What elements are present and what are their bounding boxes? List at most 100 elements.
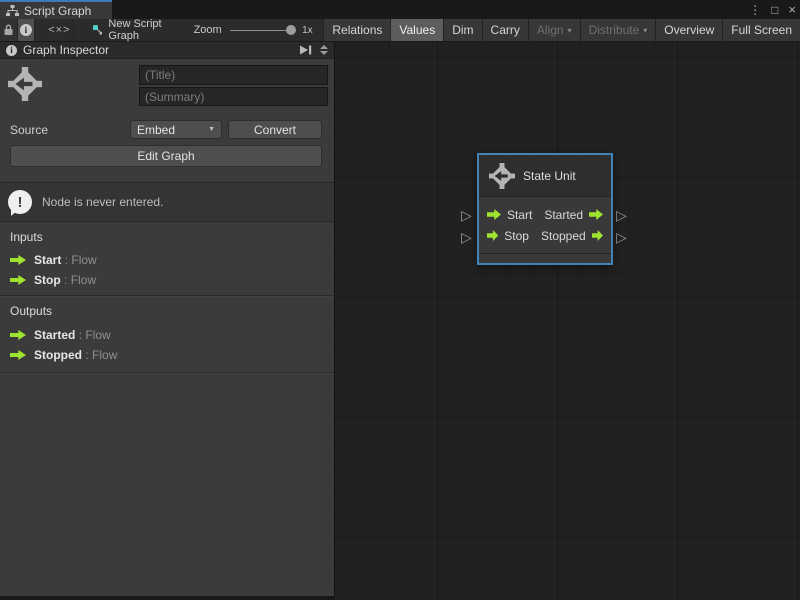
dim-button[interactable]: Dim <box>443 19 481 41</box>
source-label: Source <box>10 123 48 137</box>
inspector-port-item: Started : Flow <box>10 328 111 342</box>
zoom-level: 1x <box>302 19 313 41</box>
state-unit-node-body: Start Started Stop Stopped <box>479 197 611 253</box>
flow-port-icon[interactable] <box>487 209 501 220</box>
new-graph-icon <box>93 23 103 37</box>
zoom-slider[interactable] <box>230 19 296 41</box>
graph-inspector-panel: i Graph Inspector <box>0 42 335 597</box>
align-label: Align <box>537 23 564 37</box>
dim-label: Dim <box>452 23 473 37</box>
graph-inspector-title: Graph Inspector <box>23 43 109 57</box>
carry-button[interactable]: Carry <box>482 19 528 41</box>
state-unit-icon-large <box>8 66 42 102</box>
unity-script-graph-window: Script Graph ⋮ □ × i <×> <box>0 0 800 600</box>
window-menu-icon[interactable]: ⋮ <box>749 3 761 17</box>
edit-graph-button[interactable]: Edit Graph <box>10 145 322 167</box>
zoom-slider-handle[interactable] <box>286 25 296 35</box>
graph-canvas[interactable]: ▷ ▷ ▷ ▷ State Unit <box>335 42 800 600</box>
port-name: Started <box>34 328 75 342</box>
panel-scroll-arrows[interactable] <box>320 45 328 55</box>
convert-button[interactable]: Convert <box>228 120 322 139</box>
state-unit-icon <box>489 163 515 189</box>
window-maximize-icon[interactable]: □ <box>771 3 778 17</box>
node-output-port-label[interactable]: Started <box>544 208 583 222</box>
new-script-graph-button[interactable]: New Script Graph <box>85 19 180 41</box>
code-view-button[interactable]: <×> <box>45 19 74 41</box>
overview-label: Overview <box>664 23 714 37</box>
port-type: Flow <box>71 273 96 287</box>
flow-port-icon <box>10 350 26 360</box>
distribute-caret-icon: ▾ <box>643 26 647 35</box>
distribute-button[interactable]: Distribute ▾ <box>580 19 656 41</box>
port-type: Flow <box>92 348 117 362</box>
code-icon: <×> <box>48 24 70 36</box>
align-caret-icon: ▾ <box>568 26 572 35</box>
outputs-heading: Outputs <box>10 304 52 318</box>
node-output-outer-port[interactable]: ▷ <box>616 230 627 244</box>
state-unit-node-footer <box>479 253 611 263</box>
port-name: Stop <box>34 273 61 287</box>
flow-port-icon <box>10 330 26 340</box>
port-row: Stop Stopped <box>487 229 603 243</box>
lock-button[interactable] <box>0 19 18 41</box>
state-unit-node-header[interactable]: State Unit <box>479 155 611 197</box>
source-dropdown-value: Embed <box>137 123 175 137</box>
lock-icon <box>3 24 14 36</box>
warning-icon-tail <box>11 210 18 216</box>
window-close-icon[interactable]: × <box>788 2 796 17</box>
node-input-port-label[interactable]: Start <box>507 208 532 222</box>
port-type: Flow <box>71 253 96 267</box>
inspector-toggle-button[interactable]: i <box>18 19 36 41</box>
fullscreen-label: Full Screen <box>731 23 792 37</box>
dropdown-caret-icon: ▼ <box>208 126 215 133</box>
info-icon: i <box>6 45 17 56</box>
flow-port-icon[interactable] <box>487 230 498 241</box>
state-unit-node[interactable]: State Unit Start Started Stop Stopped <box>477 153 613 265</box>
edit-graph-label: Edit Graph <box>137 149 194 163</box>
node-input-outer-port[interactable]: ▷ <box>461 208 472 222</box>
relations-button[interactable]: Relations <box>323 19 390 41</box>
script-graph-icon <box>6 5 19 17</box>
scroll-down-icon[interactable] <box>320 51 328 55</box>
node-title: State Unit <box>523 169 576 183</box>
flow-port-icon[interactable] <box>589 209 603 220</box>
scroll-up-icon[interactable] <box>320 45 328 49</box>
inspector-port-item: Stopped : Flow <box>10 348 117 362</box>
warning-text: Node is never entered. <box>42 195 163 209</box>
align-button[interactable]: Align ▾ <box>528 19 580 41</box>
graph-inspector-header: i Graph Inspector <box>0 42 334 59</box>
new-graph-label: New Script Graph <box>108 18 169 42</box>
node-input-port-label[interactable]: Stop <box>504 229 529 243</box>
warning-icon: ! <box>8 190 32 214</box>
section-separator <box>0 295 334 296</box>
port-name: Start <box>34 253 61 267</box>
convert-label: Convert <box>254 123 296 137</box>
carry-label: Carry <box>491 23 520 37</box>
graph-title-input[interactable] <box>139 65 328 85</box>
tab-bar: Script Graph ⋮ □ × <box>0 0 800 19</box>
port-separator: : <box>85 348 88 362</box>
port-name: Stopped <box>34 348 82 362</box>
port-type: Flow <box>85 328 110 342</box>
port-separator: : <box>79 328 82 342</box>
node-output-port-label[interactable]: Stopped <box>541 229 586 243</box>
port-row: Start Started <box>487 208 603 222</box>
expand-panel-icon[interactable] <box>299 45 312 55</box>
overview-button[interactable]: Overview <box>655 19 722 41</box>
graph-summary-input[interactable] <box>139 87 328 106</box>
section-separator <box>0 372 334 373</box>
flow-port-icon <box>10 255 26 265</box>
port-separator: : <box>64 273 67 287</box>
flow-port-icon[interactable] <box>592 230 603 241</box>
tab-title: Script Graph <box>24 4 91 18</box>
tab-script-graph[interactable]: Script Graph <box>0 0 112 19</box>
relations-label: Relations <box>332 23 382 37</box>
values-label: Values <box>399 23 435 37</box>
node-input-outer-port[interactable]: ▷ <box>461 230 472 244</box>
node-output-outer-port[interactable]: ▷ <box>616 208 627 222</box>
zoom-label: Zoom <box>194 19 222 41</box>
values-button[interactable]: Values <box>390 19 443 41</box>
fullscreen-button[interactable]: Full Screen <box>722 19 800 41</box>
toolbar-gap2 <box>74 19 84 41</box>
source-dropdown[interactable]: Embed ▼ <box>130 120 222 139</box>
